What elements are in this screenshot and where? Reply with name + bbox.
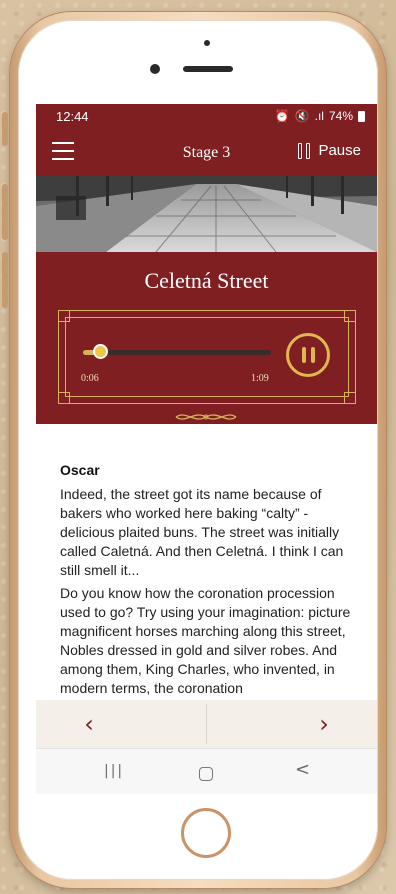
total-time: 1:09 — [251, 373, 269, 384]
next-stage-button[interactable]: › — [309, 710, 339, 738]
earpiece-speaker — [183, 66, 233, 72]
frame-corner — [58, 392, 70, 404]
status-icons: ⏰ 🔇 .ıl 74% — [275, 109, 365, 123]
pause-bar-icon — [301, 347, 306, 363]
battery-icon — [358, 110, 365, 122]
current-time: 0:06 — [81, 373, 99, 384]
previous-stage-button[interactable]: ‹ — [74, 710, 104, 738]
front-sensor — [204, 40, 210, 46]
status-bar: 12:44 ⏰ 🔇 .ıl 74% — [36, 104, 377, 130]
front-camera — [150, 64, 160, 74]
app-screen: 12:44 ⏰ 🔇 .ıl 74% Stage 3 Pause Celetná … — [36, 104, 377, 794]
volume-down-button — [2, 252, 8, 308]
frame-corner — [58, 310, 70, 322]
pause-tour-button[interactable]: Pause — [298, 142, 361, 159]
paragraph: Indeed, the street got its name because … — [60, 486, 344, 578]
stage-navigation: ‹ › — [36, 700, 377, 748]
audio-player-panel: Celetná Street 0:06 1:09 — [36, 252, 377, 424]
narration-text: Oscar Indeed, the street got its name be… — [36, 424, 377, 699]
frame-corner — [344, 310, 356, 322]
paragraph: Do you know how the coronation processio… — [60, 585, 351, 696]
pause-audio-button[interactable] — [286, 333, 330, 377]
player-frame: 0:06 1:09 — [58, 310, 356, 404]
pause-label: Pause — [318, 142, 361, 159]
street-photo — [36, 176, 377, 252]
status-time: 12:44 — [56, 109, 89, 124]
system-navigation-bar: ||| < — [36, 748, 377, 794]
app-bar: Stage 3 Pause — [36, 130, 377, 176]
recent-apps-icon[interactable]: ||| — [104, 763, 124, 779]
mute-switch — [2, 112, 8, 146]
ornament-flourish-icon — [175, 414, 237, 420]
speaker-name: Oscar — [60, 462, 100, 478]
back-icon[interactable]: < — [295, 759, 310, 780]
frame-corner — [344, 392, 356, 404]
progress-handle[interactable] — [92, 344, 108, 359]
volume-up-button — [2, 184, 8, 240]
alarm-icon: ⏰ — [274, 109, 290, 123]
location-title: Celetná Street — [144, 268, 269, 293]
home-icon[interactable] — [199, 767, 213, 781]
mute-icon: 🔇 — [294, 109, 310, 123]
divider — [206, 704, 207, 744]
pause-icon — [298, 142, 311, 159]
battery-percent: 74% — [328, 109, 353, 123]
phone-home-button[interactable] — [181, 808, 231, 858]
pause-bar-icon — [310, 347, 315, 363]
signal-icon: .ıl — [314, 109, 324, 123]
audio-progress-slider[interactable] — [83, 344, 271, 359]
